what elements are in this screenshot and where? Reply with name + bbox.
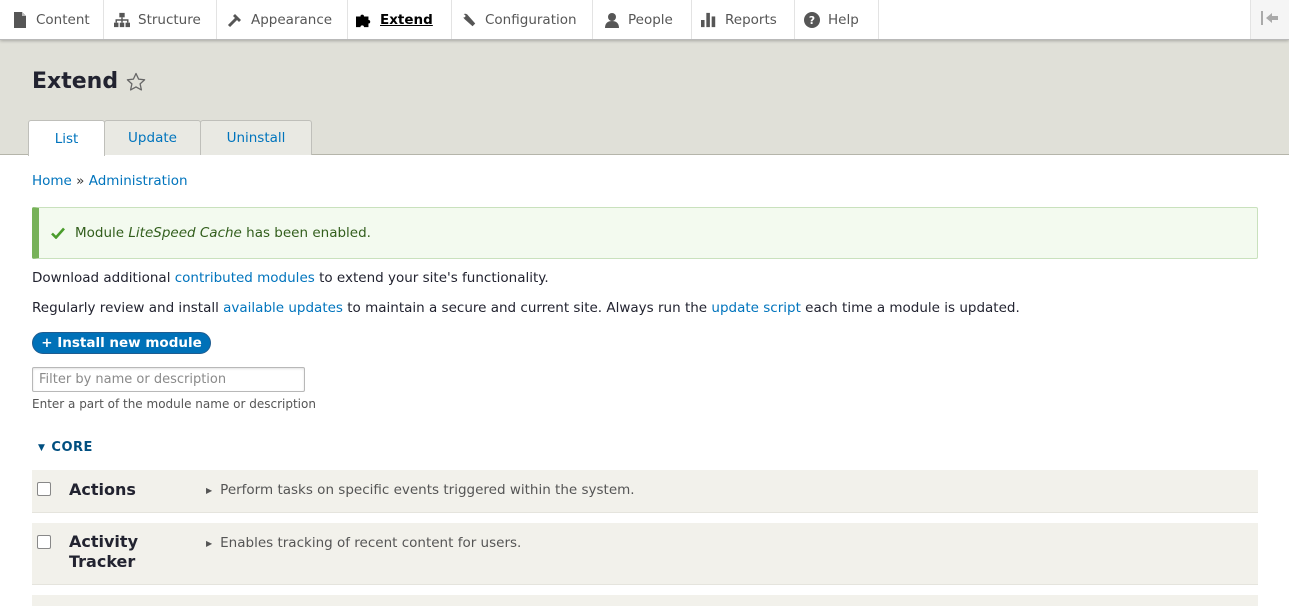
appearance-icon bbox=[227, 12, 243, 28]
module-row: Activity Tracker ▶ Enables tracking of r… bbox=[32, 523, 1258, 585]
toolbar-label: Help bbox=[828, 11, 859, 28]
intro-text: Download additional bbox=[32, 270, 175, 286]
people-icon bbox=[604, 12, 620, 28]
wrench-icon bbox=[461, 12, 477, 28]
toolbar-reports[interactable]: Reports bbox=[692, 0, 795, 39]
caret-down-icon: ▼ bbox=[38, 442, 46, 453]
update-script-link[interactable]: update script bbox=[711, 300, 800, 316]
page-header: Extend List Update Uninstall bbox=[0, 40, 1289, 156]
module-row-partial bbox=[32, 595, 1258, 606]
check-icon bbox=[51, 227, 65, 239]
module-description-text: Perform tasks on specific events trigger… bbox=[220, 482, 635, 498]
page-title: Extend bbox=[32, 69, 119, 94]
contributed-modules-link[interactable]: contributed modules bbox=[175, 270, 315, 286]
tab-label: Uninstall bbox=[226, 130, 286, 146]
toolbar-help[interactable]: ? Help bbox=[795, 0, 879, 39]
status-suffix: has been enabled. bbox=[241, 225, 371, 241]
module-description-text: Enables tracking of recent content for u… bbox=[220, 535, 522, 551]
install-new-module-button[interactable]: + Install new module bbox=[32, 332, 211, 354]
tab-list[interactable]: List bbox=[28, 120, 105, 156]
breadcrumb: Home » Administration bbox=[32, 173, 188, 189]
collapse-toolbar-button[interactable] bbox=[1250, 0, 1289, 39]
module-filter-input[interactable] bbox=[32, 367, 305, 392]
module-name-line: Activity bbox=[69, 532, 138, 551]
filter-description: Enter a part of the module name or descr… bbox=[32, 397, 316, 411]
toolbar-configuration[interactable]: Configuration bbox=[452, 0, 593, 39]
breadcrumb-separator: » bbox=[76, 173, 85, 189]
content-icon bbox=[12, 11, 28, 28]
status-prefix: Module bbox=[75, 225, 129, 241]
toolbar-structure[interactable]: Structure bbox=[104, 0, 217, 39]
toolbar-content[interactable]: Content bbox=[0, 0, 104, 39]
toolbar-label: Extend bbox=[380, 11, 433, 28]
caret-right-icon: ▶ bbox=[206, 538, 213, 548]
extend-icon bbox=[356, 12, 372, 28]
package-name: CORE bbox=[51, 440, 93, 455]
module-name-line: Tracker bbox=[69, 552, 136, 571]
toolbar-label: Reports bbox=[725, 11, 777, 28]
toolbar-extend[interactable]: Extend bbox=[348, 0, 452, 39]
toolbar-label: Appearance bbox=[251, 11, 333, 28]
module-row: Actions ▶ Perform tasks on specific even… bbox=[32, 470, 1258, 513]
collapse-toolbar-icon bbox=[1261, 10, 1279, 29]
status-module-name: LiteSpeed Cache bbox=[128, 225, 242, 241]
module-checkbox[interactable] bbox=[37, 535, 51, 549]
package-core-toggle[interactable]: ▼ CORE bbox=[38, 440, 93, 455]
intro-text: each time a module is updated. bbox=[800, 300, 1020, 316]
tab-uninstall[interactable]: Uninstall bbox=[200, 120, 312, 155]
page-title-wrap: Extend bbox=[32, 69, 146, 94]
tab-update[interactable]: Update bbox=[104, 120, 201, 155]
breadcrumb-home[interactable]: Home bbox=[32, 173, 72, 189]
reports-icon bbox=[701, 12, 717, 28]
breadcrumb-administration[interactable]: Administration bbox=[89, 173, 188, 189]
admin-toolbar: Content Structure Appearance Extend Conf… bbox=[0, 0, 1289, 40]
module-name[interactable]: Actions bbox=[69, 480, 136, 500]
star-icon[interactable] bbox=[126, 72, 146, 92]
intro-text: to extend your site's functionality. bbox=[314, 270, 549, 286]
caret-right-icon: ▶ bbox=[206, 485, 213, 495]
toolbar-people[interactable]: People bbox=[593, 0, 692, 39]
module-checkbox[interactable] bbox=[37, 482, 51, 496]
status-text: Module LiteSpeed Cache has been enabled. bbox=[75, 225, 371, 241]
toolbar-label: Structure bbox=[138, 11, 201, 28]
intro-text: Regularly review and install bbox=[32, 300, 224, 316]
module-description[interactable]: ▶ Perform tasks on specific events trigg… bbox=[206, 482, 635, 498]
intro-text: to maintain a secure and current site. A… bbox=[342, 300, 712, 316]
tab-label: Update bbox=[128, 130, 177, 146]
svg-text:?: ? bbox=[809, 14, 815, 27]
help-icon: ? bbox=[804, 11, 820, 28]
toolbar-appearance[interactable]: Appearance bbox=[217, 0, 348, 39]
intro-updates: Regularly review and install available u… bbox=[32, 300, 1020, 316]
toolbar-label: Configuration bbox=[485, 11, 577, 28]
toolbar-label: Content bbox=[36, 11, 90, 28]
module-description[interactable]: ▶ Enables tracking of recent content for… bbox=[206, 535, 521, 551]
structure-icon bbox=[114, 12, 130, 28]
intro-download: Download additional contributed modules … bbox=[32, 270, 549, 286]
available-updates-link[interactable]: available updates bbox=[223, 300, 343, 316]
status-message: Module LiteSpeed Cache has been enabled. bbox=[32, 207, 1258, 259]
tab-label: List bbox=[54, 130, 79, 147]
module-name[interactable]: Activity Tracker bbox=[69, 532, 138, 572]
toolbar-label: People bbox=[628, 11, 673, 28]
